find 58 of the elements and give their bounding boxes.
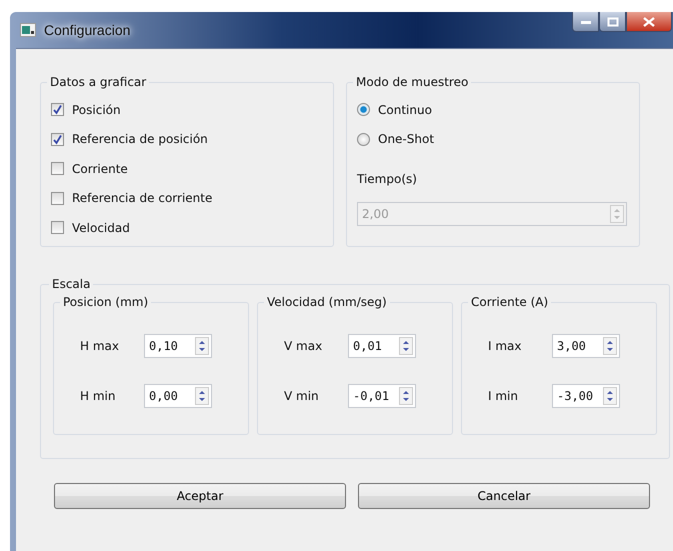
spin-arrows-icon[interactable]: [399, 337, 413, 355]
group-title: Modo de muestreo: [355, 75, 470, 89]
spin-value: 2,00: [362, 207, 389, 221]
maximize-button[interactable]: [599, 12, 626, 32]
field-label: H min: [80, 389, 116, 403]
checkbox-label: Referencia de corriente: [72, 191, 212, 206]
spin-value: -3,00: [557, 389, 594, 403]
field-label: V min: [284, 389, 319, 403]
spin-box[interactable]: 0,10: [144, 334, 212, 358]
check-icon: [52, 104, 63, 116]
checkbox[interactable]: [51, 221, 64, 234]
spin-arrows-icon[interactable]: [399, 387, 413, 405]
spin-arrows-icon[interactable]: [603, 387, 617, 405]
dialog-button[interactable]: Aceptar: [54, 483, 346, 509]
radio-label: Continuo: [378, 102, 432, 117]
dialog-button[interactable]: Cancelar: [358, 483, 650, 509]
spin-value: 0,01: [353, 339, 382, 353]
spin-box[interactable]: 3,00: [552, 334, 620, 358]
spin-box[interactable]: -0,01: [348, 384, 416, 408]
spin-value: -0,01: [353, 389, 390, 403]
group-title: Datos a graficar: [49, 75, 148, 89]
group-title: Escala: [51, 277, 92, 291]
check-icon: [52, 134, 63, 145]
group-title: Velocidad (mm/seg): [266, 295, 388, 309]
checkbox-label: Referencia de posición: [72, 132, 208, 146]
checkbox-label: Posición: [72, 102, 121, 117]
minimize-button[interactable]: [572, 12, 599, 32]
checkbox[interactable]: [51, 103, 64, 116]
field-label: I min: [488, 389, 518, 403]
spin-value: 0,00: [149, 389, 178, 403]
checkbox[interactable]: [51, 162, 64, 176]
group-title: Corriente (A): [470, 295, 550, 309]
field-label: Tiempo(s): [357, 172, 418, 186]
checkbox-label: Corriente: [72, 162, 128, 176]
field-label: I max: [488, 339, 522, 353]
spin-value: 3,00: [557, 339, 586, 353]
radio-button[interactable]: [357, 132, 370, 146]
minimize-icon: [580, 18, 592, 24]
window-title: Configuracion: [44, 22, 130, 38]
spin-value: 0,10: [149, 339, 178, 353]
spin-box[interactable]: -3,00: [552, 384, 620, 408]
spin-arrows-icon[interactable]: [195, 337, 209, 355]
field-label: H max: [80, 339, 119, 353]
maximize-icon: [606, 16, 618, 26]
group-title: Posicion (mm): [62, 295, 150, 309]
spin-arrows-icon[interactable]: [603, 337, 617, 355]
spin-arrows-icon[interactable]: [195, 387, 209, 405]
checkbox-label: Velocidad: [72, 220, 130, 235]
checkbox[interactable]: [51, 192, 64, 205]
close-button[interactable]: [626, 12, 672, 32]
app-icon: [20, 23, 36, 37]
radio-button[interactable]: [357, 103, 370, 116]
spin-box[interactable]: 0,01: [348, 334, 416, 358]
close-icon: [643, 16, 655, 26]
checkbox[interactable]: [51, 132, 64, 146]
field-label: V max: [284, 339, 322, 353]
radio-label: One-Shot: [378, 132, 434, 146]
spin-box[interactable]: 0,00: [144, 384, 212, 408]
